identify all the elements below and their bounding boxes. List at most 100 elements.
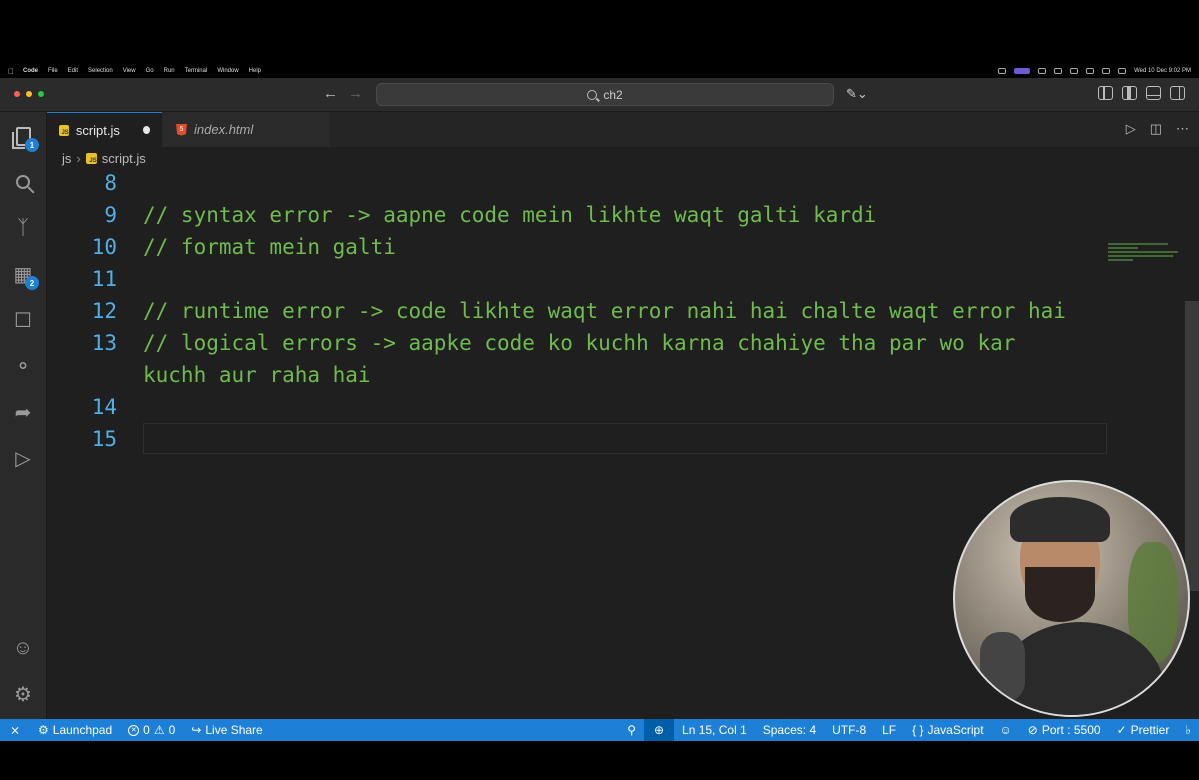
source-control-icon[interactable]: ᛉ	[11, 216, 35, 240]
zoom-icon[interactable]: ⊕	[644, 719, 675, 741]
presenter-image	[1010, 497, 1110, 542]
live-share-icon[interactable]: ➦	[11, 400, 35, 424]
end-of-line[interactable]: LF	[874, 723, 904, 737]
code-line[interactable]: 10 // format mein galti	[47, 231, 1187, 263]
more-actions-icon[interactable]: ⋯	[1176, 121, 1189, 137]
screen-record-icon[interactable]	[1014, 68, 1031, 74]
close-window-button[interactable]	[14, 91, 20, 97]
copilot-icon[interactable]: ✎⌄	[846, 86, 868, 102]
timeline-icon[interactable]: ⚬	[11, 354, 35, 378]
layout-controls	[1098, 86, 1185, 100]
back-arrow-icon[interactable]: ←	[323, 85, 338, 102]
vertical-scrollbar[interactable]	[1185, 301, 1199, 591]
menu-go[interactable]: Go	[146, 68, 154, 74]
current-code-line[interactable]: 15	[47, 423, 1187, 455]
javascript-file-icon: JS	[59, 124, 69, 136]
tab-script-js[interactable]: JS script.js	[47, 112, 162, 147]
prettier-status[interactable]: ✓ Prettier	[1109, 723, 1178, 737]
microphone-image	[980, 632, 1025, 702]
menu-file[interactable]: File	[48, 68, 58, 74]
split-editor-icon[interactable]: ◫	[1150, 121, 1162, 137]
menubar-clock[interactable]: Wed 10 Dec 9:02 PM	[1134, 68, 1191, 74]
prettier-label: Prettier	[1130, 723, 1170, 737]
minimap[interactable]	[1108, 243, 1183, 273]
code-line[interactable]: 11	[47, 263, 1187, 295]
breadcrumb-file[interactable]: script.js	[102, 151, 146, 166]
breadcrumb-folder[interactable]: js	[62, 151, 71, 166]
explorer-badge: 1	[25, 138, 39, 152]
toggle-sidebar-icon[interactable]	[1122, 86, 1137, 100]
code-line[interactable]: 12 // runtime error -> code likhte waqt …	[47, 295, 1187, 327]
unsaved-dot-icon[interactable]	[142, 126, 150, 134]
copilot-status-icon[interactable]: ⚲	[619, 723, 644, 737]
remote-indicator-icon[interactable]: ⨯	[0, 723, 30, 737]
customize-layout-icon[interactable]	[1098, 86, 1113, 100]
search-icon[interactable]	[1102, 68, 1111, 74]
live-server-port[interactable]: ⊘ Port : 5500	[1020, 723, 1109, 737]
menu-selection[interactable]: Selection	[88, 68, 113, 74]
status-icon[interactable]	[1054, 68, 1063, 74]
battery-icon[interactable]	[1070, 68, 1079, 74]
settings-gear-icon[interactable]: ⚙	[11, 682, 35, 706]
code-line[interactable]: 8	[47, 167, 1187, 199]
extensions-badge: 2	[25, 276, 39, 290]
explorer-icon[interactable]: 1	[11, 124, 39, 152]
menu-window[interactable]: Window	[217, 68, 238, 74]
status-icon[interactable]	[1038, 68, 1047, 74]
tab-index-html[interactable]: 5 index.html	[162, 112, 330, 147]
search-icon[interactable]	[11, 170, 35, 194]
wifi-icon[interactable]	[1086, 68, 1095, 74]
no-entry-icon: ⊘	[1027, 723, 1038, 737]
chevron-right-icon: ›	[76, 150, 81, 166]
code-line[interactable]: 14	[47, 391, 1187, 423]
code-line-wrapped[interactable]: kuchh aur raha hai	[47, 359, 1187, 391]
menu-app[interactable]: Code	[23, 68, 38, 74]
check-icon: ✓	[1116, 723, 1127, 737]
warning-count: 0	[168, 723, 176, 737]
status-icon[interactable]	[998, 68, 1007, 74]
menu-edit[interactable]: Edit	[68, 68, 78, 74]
error-icon: ✕	[128, 724, 140, 736]
code-comment[interactable]: // format mein galti	[143, 231, 396, 263]
extensions-icon[interactable]: ▦ 2	[11, 262, 39, 290]
command-center-search[interactable]: ch2	[376, 83, 834, 106]
code-comment[interactable]: // logical errors -> aapke code ko kuchh…	[143, 327, 1015, 359]
error-count: 0	[143, 723, 150, 737]
menu-terminal[interactable]: Terminal	[185, 68, 208, 74]
cursor-position[interactable]: Ln 15, Col 1	[674, 723, 755, 737]
code-line[interactable]: 13 // logical errors -> aapke code ko ku…	[47, 327, 1187, 359]
toggle-secondary-sidebar-icon[interactable]	[1170, 86, 1185, 100]
notifications-bell-icon[interactable]: ♭	[1177, 723, 1199, 737]
code-comment[interactable]: kuchh aur raha hai	[143, 359, 371, 391]
control-center-icon[interactable]	[1118, 68, 1127, 74]
line-number: 15	[91, 427, 117, 451]
run-icon[interactable]: ▷	[1126, 121, 1136, 137]
presenter-image	[1025, 567, 1095, 622]
minimize-window-button[interactable]	[26, 91, 32, 97]
current-line-highlight	[143, 423, 1107, 454]
chat-icon[interactable]: ☐	[11, 308, 35, 332]
account-icon[interactable]: ☺	[11, 636, 35, 660]
zoom-window-button[interactable]	[38, 91, 44, 97]
live-share-button[interactable]: ↪ Live Share	[183, 723, 270, 737]
menu-help[interactable]: Help	[249, 68, 261, 74]
toggle-panel-icon[interactable]	[1146, 86, 1161, 100]
apple-icon[interactable]: 	[8, 67, 14, 76]
menu-run[interactable]: Run	[164, 68, 175, 74]
problems-button[interactable]: ✕ 0 ⚠ 0	[120, 723, 183, 737]
code-line[interactable]: 9 // syntax error -> aapne code mein lik…	[47, 199, 1187, 231]
workspace-name: ch2	[603, 87, 623, 102]
activity-bar: 1 ᛉ ▦ 2 ☐ ⚬ ➦ ▷ ☺ ⚙	[0, 112, 47, 719]
run-debug-icon[interactable]: ▷	[11, 446, 35, 470]
code-comment[interactable]: // runtime error -> code likhte waqt err…	[143, 295, 1066, 327]
line-number: 9	[104, 203, 117, 227]
encoding[interactable]: UTF-8	[824, 723, 874, 737]
copilot-icon[interactable]: ☺	[992, 723, 1020, 737]
search-icon	[587, 89, 598, 100]
forward-arrow-icon[interactable]: →	[348, 85, 363, 102]
language-mode[interactable]: { } JavaScript	[904, 723, 991, 737]
code-comment[interactable]: // syntax error -> aapne code mein likht…	[143, 199, 876, 231]
menu-view[interactable]: View	[123, 68, 136, 74]
launchpad-button[interactable]: ⚙ Launchpad	[30, 723, 120, 737]
indentation[interactable]: Spaces: 4	[755, 723, 824, 737]
